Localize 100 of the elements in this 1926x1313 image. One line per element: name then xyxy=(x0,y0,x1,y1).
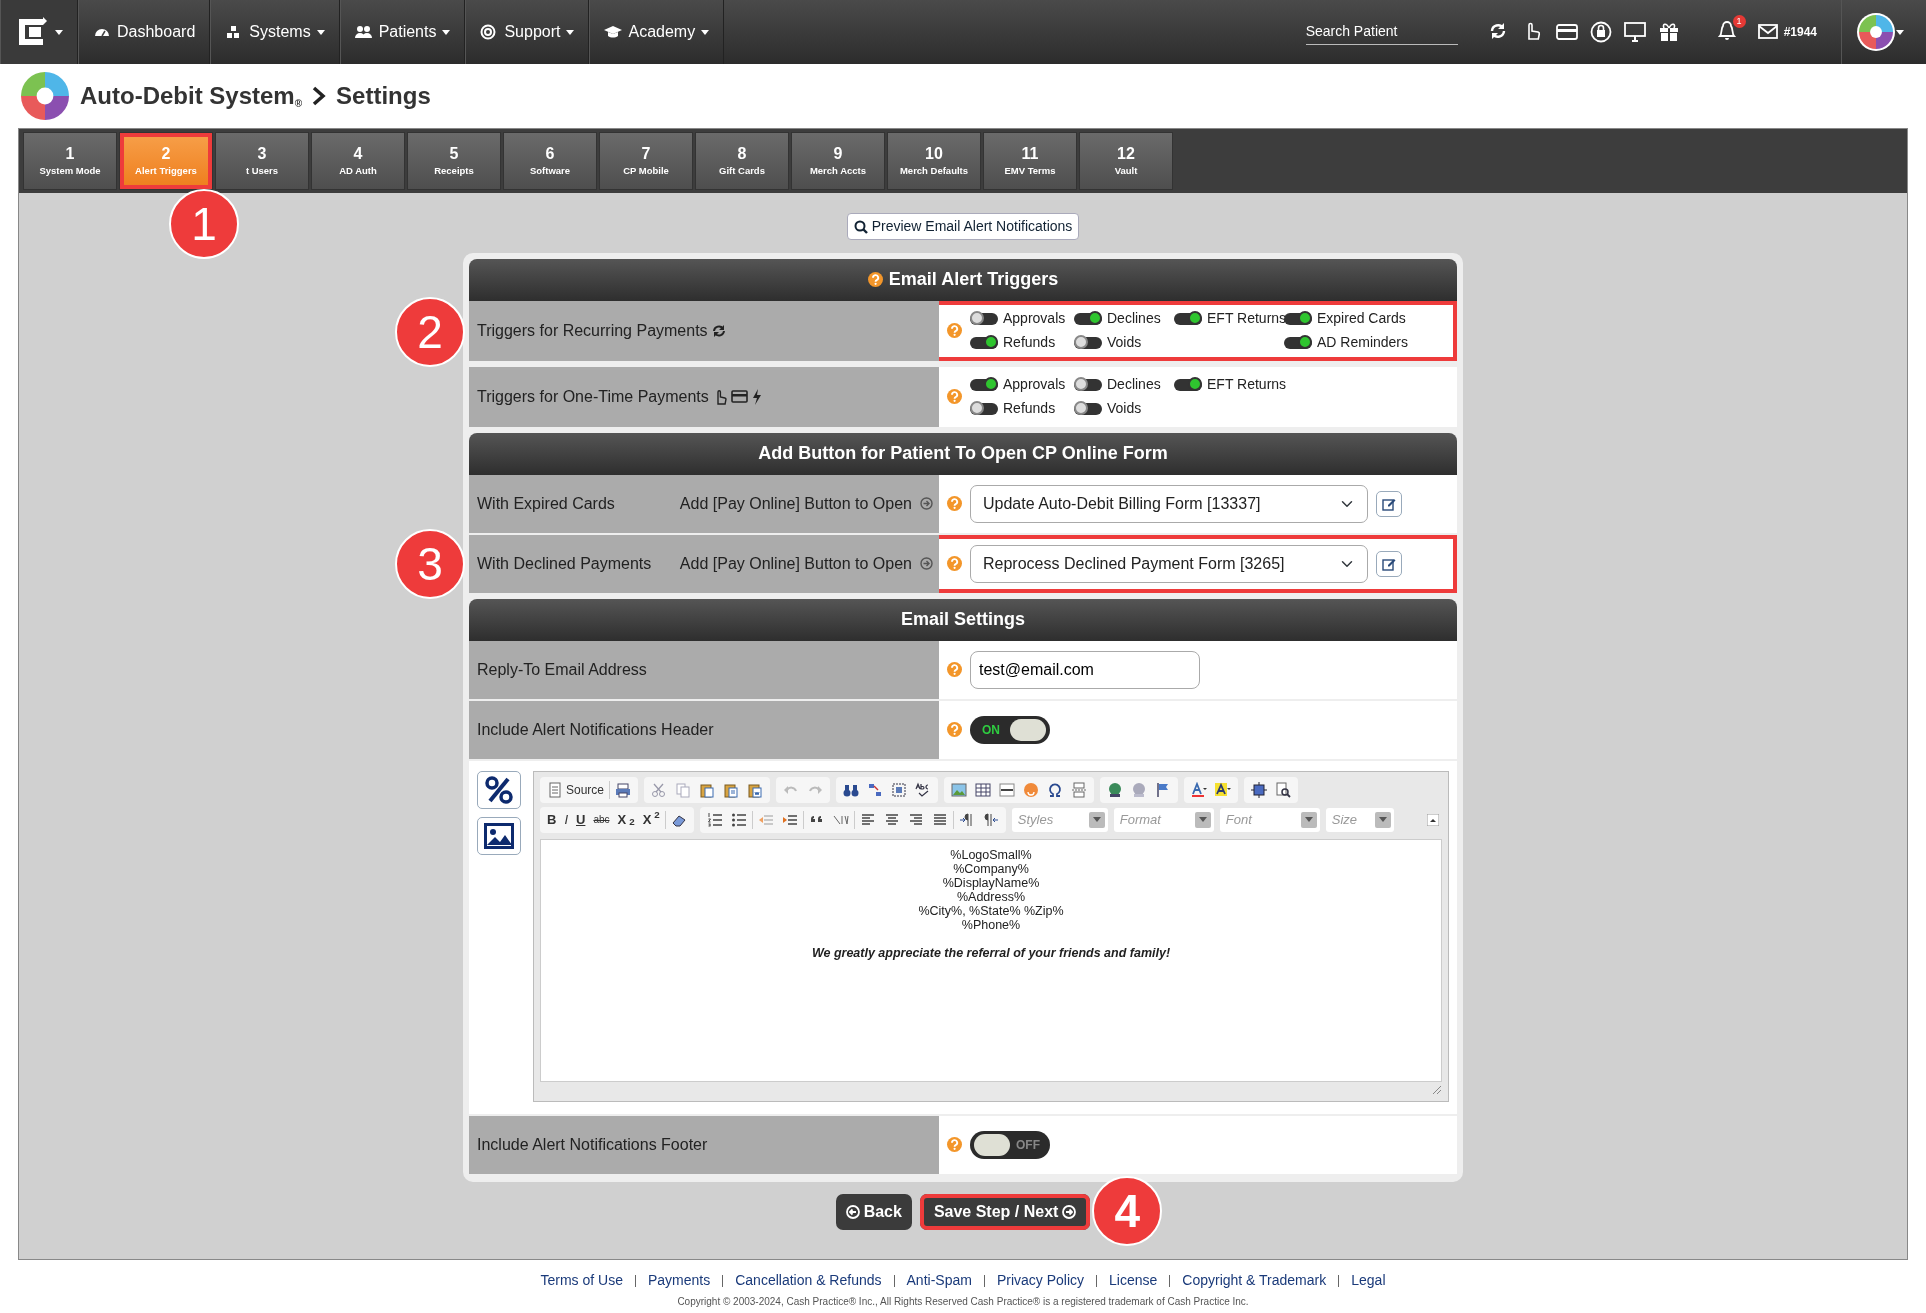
form-select[interactable]: Update Auto-Debit Billing Form [13337] xyxy=(970,484,1368,523)
step-tab[interactable]: 6 Software xyxy=(503,132,597,190)
align-center-icon[interactable] xyxy=(883,811,900,828)
bell-icon[interactable] xyxy=(1715,21,1738,43)
toggle-switch[interactable] xyxy=(1284,336,1312,349)
background-color-icon[interactable] xyxy=(1215,781,1232,798)
envelope-icon[interactable] xyxy=(1757,22,1778,42)
cut-icon[interactable] xyxy=(651,781,668,798)
graduation-cap-icon xyxy=(604,24,623,40)
justify-icon[interactable] xyxy=(931,811,948,828)
preview-icon[interactable] xyxy=(1275,781,1292,798)
table-icon[interactable] xyxy=(975,781,992,798)
image-icon[interactable] xyxy=(951,781,968,798)
nav-menu-item[interactable]: Academy xyxy=(589,0,725,64)
step-tab[interactable]: 11 EMV Terms xyxy=(983,132,1077,190)
editor-text-line: %City%, %State% %Zip% xyxy=(918,903,1064,918)
left-to-right-icon[interactable] xyxy=(958,811,975,828)
paste-icon[interactable] xyxy=(699,781,716,798)
lock-icon[interactable] xyxy=(1589,21,1612,43)
toggle-switch[interactable]: ON xyxy=(970,715,1050,744)
back-button[interactable]: Back xyxy=(835,1193,912,1230)
row-action-label: Add [Pay Online] Button to Open xyxy=(679,553,912,574)
toggle-switch[interactable] xyxy=(970,378,998,391)
search-field[interactable]: Search Patient xyxy=(1305,19,1458,45)
footer-link[interactable]: Copyright & Trademark xyxy=(1182,1272,1327,1288)
caret-icon xyxy=(566,29,575,35)
footer-link[interactable]: Terms of Use xyxy=(540,1272,623,1288)
step-tab[interactable]: 9 Merch Accts xyxy=(791,132,885,190)
monitor-icon[interactable] xyxy=(1623,21,1646,43)
select-all-icon[interactable] xyxy=(891,781,908,798)
format-button[interactable]: abc xyxy=(590,808,613,831)
email-field[interactable]: test@email.com xyxy=(970,650,1200,689)
paste-text-icon[interactable] xyxy=(723,781,740,798)
collapse-icon[interactable] xyxy=(1427,813,1439,826)
editor-text-line: %Company% xyxy=(953,861,1029,876)
maximize-icon[interactable] xyxy=(1251,781,1268,798)
toggle-switch[interactable] xyxy=(970,312,998,325)
toggle-switch[interactable] xyxy=(1074,312,1102,325)
align-right-icon[interactable] xyxy=(907,811,924,828)
step-tab[interactable]: 12 Vault xyxy=(1079,132,1173,190)
placeholder-button[interactable] xyxy=(477,770,521,809)
nav-menu-item[interactable]: Systems xyxy=(210,0,340,64)
format-button[interactable]: X$_{2}$ xyxy=(614,808,638,831)
footer-link[interactable]: Legal xyxy=(1351,1272,1386,1288)
footer-link[interactable]: Privacy Policy xyxy=(996,1272,1084,1288)
right-to-left-icon[interactable] xyxy=(982,811,999,828)
editor-text-line: %DisplayName% xyxy=(942,875,1040,890)
form-select[interactable]: Reprocess Declined Payment Form [3265] xyxy=(970,544,1368,583)
step-tab[interactable]: 8 Gift Cards xyxy=(695,132,789,190)
page-break-icon[interactable] xyxy=(1071,781,1088,798)
toggle-switch[interactable] xyxy=(1284,312,1312,325)
toggle-label: Expired Cards xyxy=(1317,309,1406,328)
step-tab[interactable]: 3 t Users xyxy=(215,132,309,190)
gift-icon[interactable] xyxy=(1657,21,1680,43)
format-button[interactable]: B xyxy=(544,808,560,831)
footer-link[interactable]: License xyxy=(1109,1272,1158,1288)
edit-icon xyxy=(1382,556,1396,571)
credit-card-icon[interactable] xyxy=(1555,21,1578,43)
step-tab[interactable]: 7 CP Mobile xyxy=(599,132,693,190)
edit-button[interactable] xyxy=(1376,550,1402,577)
avatar-icon xyxy=(1856,12,1896,52)
resize-handle-icon[interactable] xyxy=(1432,1084,1442,1095)
edit-button[interactable] xyxy=(1376,490,1402,517)
nav-menu-item[interactable]: Support xyxy=(465,0,590,64)
replace-icon[interactable] xyxy=(867,781,884,798)
callout-marker: 3 xyxy=(395,528,465,599)
numbered-list-icon[interactable] xyxy=(706,811,723,828)
row-label: With Expired Cards xyxy=(477,493,615,514)
align-left-icon[interactable] xyxy=(859,811,876,828)
toggle-switch[interactable] xyxy=(1174,312,1202,325)
paste-word-icon[interactable] xyxy=(747,781,764,798)
toggle-switch[interactable] xyxy=(970,402,998,415)
percent-icon xyxy=(485,775,513,804)
globe-link-icon[interactable] xyxy=(1107,781,1124,798)
step-tab[interactable]: 4 AD Auth xyxy=(311,132,405,190)
footer-link[interactable]: Anti-Spam xyxy=(906,1272,972,1288)
nav-menu-item[interactable]: Dashboard xyxy=(78,0,211,64)
step-tab[interactable]: 1 System Mode xyxy=(23,132,117,190)
footer-link[interactable]: Payments xyxy=(647,1272,711,1288)
toggle-switch[interactable] xyxy=(1074,336,1102,349)
nav-menu-item[interactable]: Patients xyxy=(339,0,466,64)
step-tab[interactable]: 10 Merch Defaults xyxy=(887,132,981,190)
format-button[interactable]: X$^{2}$ xyxy=(639,808,663,831)
arrow-circle-right-icon xyxy=(920,557,933,570)
toggle-switch[interactable] xyxy=(1074,402,1102,415)
bulleted-list-icon[interactable] xyxy=(730,811,747,828)
toggle-switch[interactable] xyxy=(970,336,998,349)
omega-icon[interactable] xyxy=(1047,781,1064,798)
toggle-switch[interactable] xyxy=(1074,378,1102,391)
toggle-switch[interactable] xyxy=(1174,378,1202,391)
text-color-icon[interactable] xyxy=(1191,781,1208,798)
image-button[interactable] xyxy=(477,816,521,855)
footer-link[interactable]: Cancellation & Refunds xyxy=(735,1272,882,1288)
format-button[interactable]: I xyxy=(561,808,571,831)
preview-button[interactable]: Preview Email Alert Notifications xyxy=(846,213,1080,240)
print-icon[interactable] xyxy=(615,781,632,798)
step-tab[interactable]: 5 Receipts xyxy=(407,132,501,190)
format-button[interactable]: U xyxy=(573,808,589,831)
logo-button[interactable] xyxy=(0,0,78,64)
toggle-switch[interactable]: OFF xyxy=(970,1130,1050,1159)
